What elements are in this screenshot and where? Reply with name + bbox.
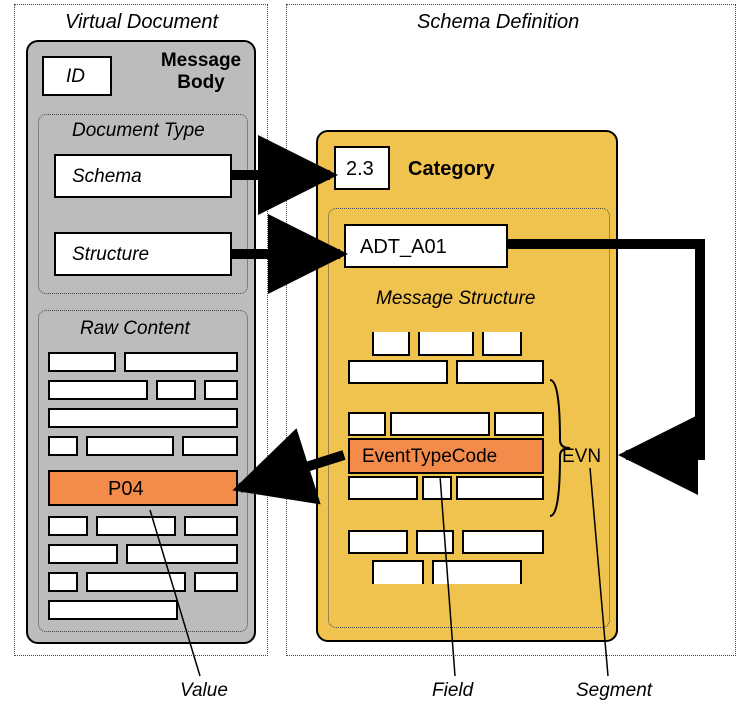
message-body-title: Message Body — [146, 50, 256, 94]
region-title-virtual-document: Virtual Document — [65, 11, 218, 34]
raw-block — [126, 544, 238, 564]
struct-block — [432, 560, 522, 584]
raw-block — [48, 380, 148, 400]
raw-block — [48, 600, 178, 620]
struct-block — [390, 412, 490, 436]
struct-block — [348, 530, 408, 554]
id-label: ID — [66, 66, 85, 88]
raw-block — [48, 572, 78, 592]
struct-block — [456, 476, 544, 500]
struct-block — [372, 332, 410, 356]
struct-block — [348, 476, 418, 500]
struct-block — [416, 530, 454, 554]
category-label: Category — [408, 158, 495, 181]
raw-block — [194, 572, 238, 592]
raw-block — [182, 436, 238, 456]
struct-block — [348, 360, 448, 384]
raw-block — [48, 408, 238, 428]
struct-block — [418, 332, 474, 356]
raw-value-label: P04 — [108, 478, 144, 501]
message-body-box: ID Message Body Document Type Schema Str… — [26, 40, 256, 644]
raw-block — [48, 352, 116, 372]
category-value: 2.3 — [346, 158, 374, 181]
segment-label: EVN — [562, 446, 601, 468]
raw-content-title: Raw Content — [80, 318, 190, 340]
raw-block — [96, 516, 176, 536]
message-body-title-text: Message Body — [161, 50, 241, 93]
schema-label: Schema — [72, 166, 142, 188]
struct-block — [494, 412, 544, 436]
adt-label: ADT_A01 — [360, 236, 447, 259]
struct-block — [348, 412, 386, 436]
struct-block — [422, 476, 452, 500]
struct-block — [462, 530, 544, 554]
legend-field: Field — [432, 680, 473, 702]
struct-block — [456, 360, 544, 384]
region-title-schema-definition: Schema Definition — [417, 11, 579, 34]
raw-block — [124, 352, 238, 372]
struct-block — [372, 560, 424, 584]
raw-block — [156, 380, 196, 400]
raw-block — [48, 544, 118, 564]
structure-label: Structure — [72, 244, 149, 266]
raw-block — [204, 380, 238, 400]
field-label: EventTypeCode — [362, 446, 497, 468]
message-structure-title: Message Structure — [376, 288, 535, 310]
struct-block — [482, 332, 522, 356]
raw-block — [184, 516, 238, 536]
raw-block — [48, 516, 88, 536]
raw-block — [48, 436, 78, 456]
schema-definition-box: 2.3 Category ADT_A01 Message Structure E… — [316, 130, 618, 642]
legend-value: Value — [180, 680, 228, 702]
raw-block — [86, 572, 186, 592]
raw-block — [86, 436, 174, 456]
document-type-title: Document Type — [72, 120, 205, 142]
legend-segment: Segment — [576, 680, 652, 702]
